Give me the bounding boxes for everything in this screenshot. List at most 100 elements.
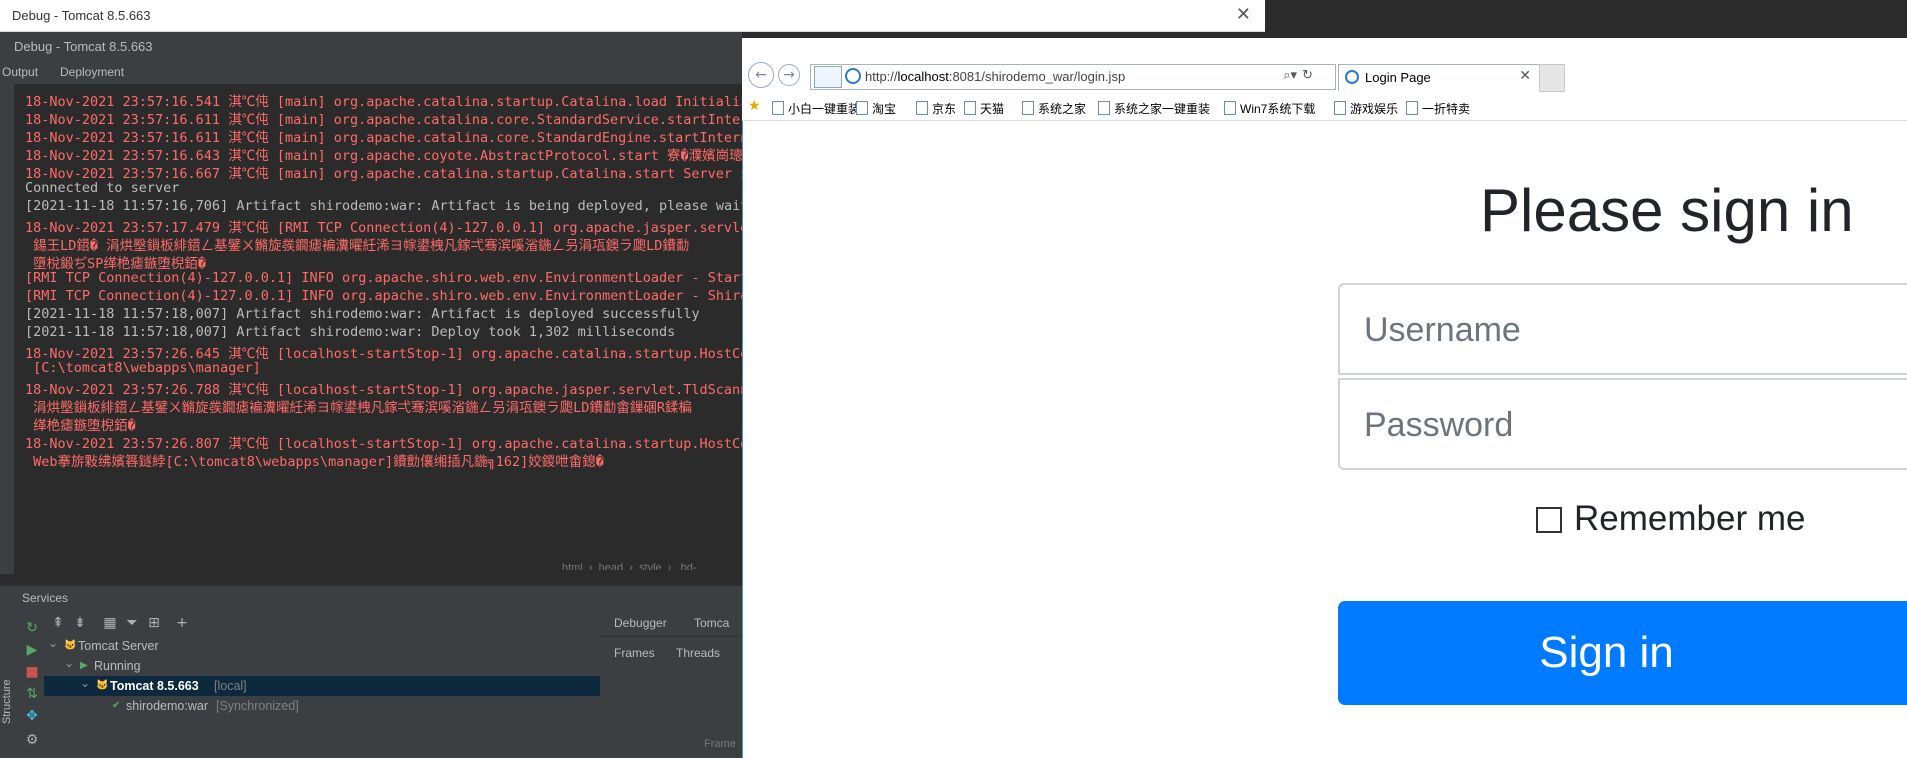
synchronized-icon: ✔	[112, 700, 121, 711]
tree-row[interactable]: ⌄ 🐱 Tomcat Server	[44, 636, 600, 656]
favorite-label: Win7系统下载	[1240, 102, 1316, 116]
favorite-link[interactable]: 京东	[916, 100, 956, 117]
chevron-down-icon[interactable]: ⌄	[80, 673, 90, 693]
console-line: [C:\tomcat8\webapps\manager]	[25, 360, 261, 376]
console-line: [RMI TCP Connection(4)-127.0.0.1] INFO o…	[25, 288, 742, 304]
wrench-icon[interactable]: ⚙	[22, 730, 42, 750]
tab-frames[interactable]: Frames	[614, 646, 655, 660]
new-service-icon[interactable]: ⊞	[144, 613, 164, 633]
chevron-down-icon[interactable]: ⌄	[64, 653, 74, 673]
services-tree: ⌄ 🐱 Tomcat Server ⌄ ▶ Running ⌄ 🐱 Tomcat 8.5.663…	[44, 636, 600, 758]
tab-title: Login Page	[1365, 70, 1431, 85]
console-line: [2021-11-18 11:57:18,007] Artifact shiro…	[25, 324, 676, 340]
breadcrumb: html › head › style › .bd-	[562, 562, 697, 570]
chevron-down-icon[interactable]: ⌄	[48, 633, 58, 653]
ide-background	[1265, 0, 1907, 38]
ie-tab-icon	[1345, 70, 1359, 84]
console-line: [2021-11-18 11:57:18,007] Artifact shiro…	[25, 306, 700, 322]
structure-label: Structure	[1, 679, 13, 724]
tree-row[interactable]: ✔ shirodemo:war [Synchronized]	[44, 696, 600, 716]
tab-debugger[interactable]: Debugger	[614, 616, 667, 630]
page-icon	[1406, 101, 1418, 115]
console-line: 鍚王LD鍣� 涓烘壂鎻板緋鍣ㄥ基鐾ㄨ鏅旋彂鐗瘧褊瀵曜紝浠ヨ幏鍙栧凡鎵弌骞滨嗘渻鍦…	[25, 238, 690, 254]
ie-page-icon	[845, 68, 861, 84]
frames-empty-label: Frame	[704, 738, 736, 750]
deploy-icon[interactable]: ⇅	[22, 684, 42, 704]
rerun-icon[interactable]: ↻	[22, 618, 42, 638]
sign-in-label: Sign in	[1539, 628, 1674, 677]
sign-in-button[interactable]: Sign in	[1338, 601, 1907, 705]
close-icon[interactable]: ✕	[1236, 4, 1251, 25]
console-output[interactable]: 18-Nov-2021 23:57:16.541 淇℃伅 [main] org.…	[14, 84, 742, 570]
run-icon[interactable]: ▶	[22, 640, 42, 660]
page-icon	[1334, 101, 1346, 115]
favorite-label: 小白一键重装	[788, 102, 861, 116]
debug-tool-window-title: Debug - Tomcat 8.5.663	[14, 39, 153, 54]
ide-window-title: Debug - Tomcat 8.5.663	[12, 8, 151, 23]
forward-icon[interactable]: →	[778, 64, 800, 86]
tree-row[interactable]: ⌄ 🐱 Tomcat 8.5.663 [local]	[44, 676, 600, 696]
debugger-panel: Debugger Tomca Frames Threads Frame	[600, 610, 742, 758]
favorite-link[interactable]: 系统之家	[1022, 100, 1086, 117]
close-tab-icon[interactable]: ✕	[1519, 68, 1531, 84]
collapse-all-icon[interactable]: ⇟	[70, 613, 90, 633]
console-line: 18-Nov-2021 23:57:16.541 淇℃伅 [main] org.…	[25, 94, 742, 110]
browser-tab-login[interactable]: Login Page ✕	[1338, 64, 1540, 91]
favorite-link[interactable]: 游戏娱乐	[1334, 100, 1398, 117]
group-icon[interactable]: ▦	[100, 613, 120, 633]
favorite-link[interactable]: 小白一键重装	[772, 100, 860, 117]
console-line: 涓烘壂鎻板緋鍣ㄥ基鐾ㄨ鏅旋彂鐗瘧褊瀵曜紝浠ヨ幏鍙栧凡鎵弌骞滨嗘渻鍦ㄥ叧涓瓨鐭ラ瓟…	[25, 400, 693, 416]
stop-icon[interactable]: ■	[22, 662, 42, 682]
tab-threads[interactable]: Threads	[676, 646, 720, 660]
tab-tomcat[interactable]: Tomca	[694, 616, 729, 630]
debug-icon[interactable]: ✥	[22, 706, 42, 726]
remember-me-label: Remember me	[1574, 499, 1806, 538]
services-title: Services	[22, 591, 69, 605]
console-line: 18-Nov-2021 23:57:17.479 淇℃伅 [RMI TCP Co…	[25, 220, 742, 236]
console-line: Connected to server	[25, 180, 180, 196]
username-input[interactable]	[1362, 285, 1906, 375]
back-icon[interactable]: ←	[748, 62, 774, 88]
favorite-label: 一折特卖	[1422, 102, 1471, 116]
tree-row-label: Tomcat Server	[78, 639, 159, 653]
favorite-link[interactable]: 系统之家一键重装	[1098, 100, 1210, 117]
favorite-link[interactable]: Win7系统下载	[1224, 100, 1315, 117]
add-icon[interactable]: +	[172, 613, 192, 633]
services-header: Services	[0, 585, 742, 610]
tab-output[interactable]: Output	[2, 65, 38, 79]
filter-icon[interactable]: ⏷	[122, 613, 142, 633]
tree-row-label: Running	[94, 659, 141, 673]
page-icon	[1022, 101, 1034, 115]
console-line: 18-Nov-2021 23:57:26.645 淇℃伅 [localhost-…	[25, 346, 742, 362]
username-field[interactable]	[1338, 283, 1907, 375]
favorite-link[interactable]: 淘宝	[856, 100, 896, 117]
favorites-bar: ★ 小白一键重装 淘宝 京东 天猫 系统之家 系统之家一键重装 Win7系统下载 游戏娱乐 一折…	[742, 94, 1907, 121]
search-icon[interactable]: ⌕▾	[1283, 68, 1297, 83]
compatibility-view-icon[interactable]	[814, 66, 842, 88]
favorite-link[interactable]: 天猫	[964, 100, 1004, 117]
remember-me-checkbox[interactable]	[1536, 507, 1562, 533]
console-line: [2021-11-18 11:57:16,706] Artifact shiro…	[25, 198, 742, 214]
address-bar[interactable]: http://localhost:8081/shirodemo_war/logi…	[810, 64, 1336, 90]
favorites-star-icon[interactable]: ★	[748, 98, 761, 114]
console-line: 18-Nov-2021 23:57:26.807 淇℃伅 [localhost-…	[25, 436, 742, 452]
favorite-label: 天猫	[980, 102, 1005, 116]
favorite-link[interactable]: 一折特卖	[1406, 100, 1470, 117]
console-line: 18-Nov-2021 23:57:16.667 淇℃伅 [main] org.…	[25, 166, 742, 182]
debug-side-toolbar	[0, 84, 14, 574]
tree-row[interactable]: ⌄ ▶ Running	[44, 656, 600, 676]
console-line: Web搴旂敤绋嬪簭鐩綍[C:\tomcat8\webapps\manager]鐨…	[25, 454, 604, 470]
structure-side-tab[interactable]: Structure	[0, 660, 14, 730]
tab-deployment[interactable]: Deployment	[60, 65, 124, 79]
favorite-label: 系统之家一键重装	[1114, 102, 1211, 116]
console-line: 18-Nov-2021 23:57:16.611 淇℃伅 [main] org.…	[25, 130, 742, 146]
new-tab-button[interactable]	[1539, 64, 1565, 92]
password-field[interactable]	[1338, 378, 1907, 470]
console-line: 18-Nov-2021 23:57:16.643 淇℃伅 [main] org.…	[25, 148, 742, 164]
tomcat-icon: 🐱	[96, 680, 109, 691]
refresh-icon[interactable]: ↻	[1302, 68, 1313, 83]
password-input[interactable]	[1362, 380, 1906, 470]
debug-tabs: Output Deployment	[0, 60, 742, 85]
expand-all-icon[interactable]: ⇞	[48, 613, 68, 633]
console-line: 缂栬瘧鏃堕棿銆�	[25, 418, 136, 434]
